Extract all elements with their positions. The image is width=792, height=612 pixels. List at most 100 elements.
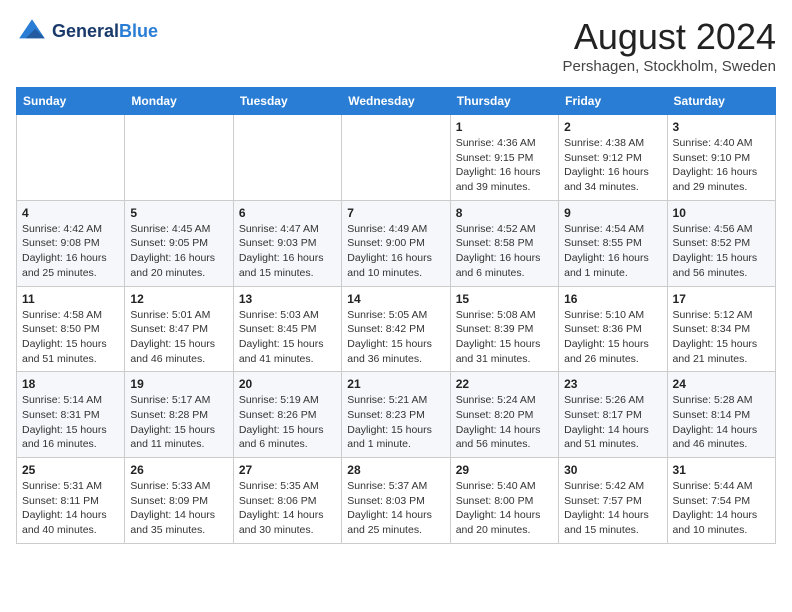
day-info: Sunrise: 5:24 AM Sunset: 8:20 PM Dayligh… <box>456 393 553 452</box>
weekday-header-cell: Friday <box>559 88 667 115</box>
calendar-week-row: 18Sunrise: 5:14 AM Sunset: 8:31 PM Dayli… <box>17 372 776 458</box>
calendar-day-cell: 3 Sunrise: 4:40 AM Sunset: 9:10 PM Daylig… <box>667 115 775 201</box>
day-info: Sunrise: 4:42 AM Sunset: 9:08 PM Dayligh… <box>22 222 119 281</box>
day-info: Sunrise: 5:28 AM Sunset: 8:14 PM Dayligh… <box>673 393 770 452</box>
day-number: 3 <box>673 120 770 134</box>
day-number: 19 <box>130 377 227 391</box>
calendar-day-cell: 30 Sunrise: 5:42 AM Sunset: 7:57 PM Dayli… <box>559 458 667 544</box>
calendar-day-cell: 13 Sunrise: 5:03 AM Sunset: 8:45 PM Dayli… <box>233 286 341 372</box>
page-header: GeneralBlue August 2024 Pershagen, Stock… <box>16 16 776 75</box>
logo-text: GeneralBlue <box>52 22 158 42</box>
day-info: Sunrise: 4:49 AM Sunset: 9:00 PM Dayligh… <box>347 222 444 281</box>
day-info: Sunrise: 5:21 AM Sunset: 8:23 PM Dayligh… <box>347 393 444 452</box>
calendar-day-cell: 26 Sunrise: 5:33 AM Sunset: 8:09 PM Dayli… <box>125 458 233 544</box>
day-number: 31 <box>673 463 770 477</box>
day-number: 12 <box>130 292 227 306</box>
day-info: Sunrise: 5:44 AM Sunset: 7:54 PM Dayligh… <box>673 479 770 538</box>
day-info: Sunrise: 5:42 AM Sunset: 7:57 PM Dayligh… <box>564 479 661 538</box>
day-number: 16 <box>564 292 661 306</box>
logo: GeneralBlue <box>16 16 158 48</box>
calendar-day-cell: 27 Sunrise: 5:35 AM Sunset: 8:06 PM Dayli… <box>233 458 341 544</box>
day-number: 4 <box>22 206 119 220</box>
day-info: Sunrise: 5:03 AM Sunset: 8:45 PM Dayligh… <box>239 308 336 367</box>
day-number: 23 <box>564 377 661 391</box>
calendar-day-cell <box>17 115 125 201</box>
day-info: Sunrise: 4:38 AM Sunset: 9:12 PM Dayligh… <box>564 136 661 195</box>
calendar-table: SundayMondayTuesdayWednesdayThursdayFrid… <box>16 87 776 544</box>
day-info: Sunrise: 5:01 AM Sunset: 8:47 PM Dayligh… <box>130 308 227 367</box>
day-info: Sunrise: 5:12 AM Sunset: 8:34 PM Dayligh… <box>673 308 770 367</box>
calendar-body: 1Sunrise: 4:36 AM Sunset: 9:15 PM Daylig… <box>17 115 776 544</box>
day-number: 2 <box>564 120 661 134</box>
day-number: 29 <box>456 463 553 477</box>
calendar-day-cell: 25 Sunrise: 5:31 AM Sunset: 8:11 PM Dayli… <box>17 458 125 544</box>
day-number: 20 <box>239 377 336 391</box>
calendar-day-cell: 7 Sunrise: 4:49 AM Sunset: 9:00 PM Daylig… <box>342 200 450 286</box>
day-number: 24 <box>673 377 770 391</box>
calendar-day-cell: 17Sunrise: 5:12 AM Sunset: 8:34 PM Dayli… <box>667 286 775 372</box>
weekday-header-cell: Wednesday <box>342 88 450 115</box>
day-number: 14 <box>347 292 444 306</box>
logo-icon <box>16 16 48 48</box>
day-info: Sunrise: 5:10 AM Sunset: 8:36 PM Dayligh… <box>564 308 661 367</box>
day-info: Sunrise: 4:58 AM Sunset: 8:50 PM Dayligh… <box>22 308 119 367</box>
day-number: 15 <box>456 292 553 306</box>
calendar-day-cell: 18Sunrise: 5:14 AM Sunset: 8:31 PM Dayli… <box>17 372 125 458</box>
calendar-day-cell: 2 Sunrise: 4:38 AM Sunset: 9:12 PM Daylig… <box>559 115 667 201</box>
weekday-header-row: SundayMondayTuesdayWednesdayThursdayFrid… <box>17 88 776 115</box>
day-number: 27 <box>239 463 336 477</box>
calendar-title: August 2024 <box>563 16 776 58</box>
day-info: Sunrise: 5:33 AM Sunset: 8:09 PM Dayligh… <box>130 479 227 538</box>
day-number: 7 <box>347 206 444 220</box>
calendar-day-cell: 5 Sunrise: 4:45 AM Sunset: 9:05 PM Daylig… <box>125 200 233 286</box>
calendar-day-cell: 29 Sunrise: 5:40 AM Sunset: 8:00 PM Dayli… <box>450 458 558 544</box>
day-info: Sunrise: 5:31 AM Sunset: 8:11 PM Dayligh… <box>22 479 119 538</box>
calendar-day-cell: 14Sunrise: 5:05 AM Sunset: 8:42 PM Dayli… <box>342 286 450 372</box>
day-info: Sunrise: 5:14 AM Sunset: 8:31 PM Dayligh… <box>22 393 119 452</box>
day-info: Sunrise: 4:45 AM Sunset: 9:05 PM Dayligh… <box>130 222 227 281</box>
day-number: 1 <box>456 120 553 134</box>
day-info: Sunrise: 5:17 AM Sunset: 8:28 PM Dayligh… <box>130 393 227 452</box>
day-number: 25 <box>22 463 119 477</box>
calendar-day-cell: 23Sunrise: 5:26 AM Sunset: 8:17 PM Dayli… <box>559 372 667 458</box>
calendar-day-cell: 6 Sunrise: 4:47 AM Sunset: 9:03 PM Daylig… <box>233 200 341 286</box>
day-info: Sunrise: 4:52 AM Sunset: 8:58 PM Dayligh… <box>456 222 553 281</box>
day-info: Sunrise: 5:08 AM Sunset: 8:39 PM Dayligh… <box>456 308 553 367</box>
day-info: Sunrise: 4:47 AM Sunset: 9:03 PM Dayligh… <box>239 222 336 281</box>
calendar-day-cell: 22Sunrise: 5:24 AM Sunset: 8:20 PM Dayli… <box>450 372 558 458</box>
day-number: 26 <box>130 463 227 477</box>
calendar-week-row: 11Sunrise: 4:58 AM Sunset: 8:50 PM Dayli… <box>17 286 776 372</box>
day-info: Sunrise: 4:40 AM Sunset: 9:10 PM Dayligh… <box>673 136 770 195</box>
weekday-header-cell: Thursday <box>450 88 558 115</box>
weekday-header-cell: Saturday <box>667 88 775 115</box>
calendar-day-cell: 28Sunrise: 5:37 AM Sunset: 8:03 PM Dayli… <box>342 458 450 544</box>
calendar-day-cell: 12 Sunrise: 5:01 AM Sunset: 8:47 PM Dayli… <box>125 286 233 372</box>
calendar-day-cell: 1Sunrise: 4:36 AM Sunset: 9:15 PM Daylig… <box>450 115 558 201</box>
calendar-day-cell: 20 Sunrise: 5:19 AM Sunset: 8:26 PM Dayli… <box>233 372 341 458</box>
day-info: Sunrise: 5:40 AM Sunset: 8:00 PM Dayligh… <box>456 479 553 538</box>
calendar-day-cell: 9Sunrise: 4:54 AM Sunset: 8:55 PM Daylig… <box>559 200 667 286</box>
calendar-day-cell <box>342 115 450 201</box>
day-info: Sunrise: 4:56 AM Sunset: 8:52 PM Dayligh… <box>673 222 770 281</box>
weekday-header-cell: Monday <box>125 88 233 115</box>
day-number: 9 <box>564 206 661 220</box>
calendar-week-row: 4 Sunrise: 4:42 AM Sunset: 9:08 PM Daylig… <box>17 200 776 286</box>
calendar-week-row: 25 Sunrise: 5:31 AM Sunset: 8:11 PM Dayli… <box>17 458 776 544</box>
day-number: 13 <box>239 292 336 306</box>
calendar-day-cell: 15 Sunrise: 5:08 AM Sunset: 8:39 PM Dayli… <box>450 286 558 372</box>
calendar-day-cell: 19 Sunrise: 5:17 AM Sunset: 8:28 PM Dayli… <box>125 372 233 458</box>
day-number: 6 <box>239 206 336 220</box>
calendar-day-cell: 31 Sunrise: 5:44 AM Sunset: 7:54 PM Dayli… <box>667 458 775 544</box>
weekday-header-cell: Tuesday <box>233 88 341 115</box>
calendar-day-cell: 16 Sunrise: 5:10 AM Sunset: 8:36 PM Dayli… <box>559 286 667 372</box>
weekday-header-cell: Sunday <box>17 88 125 115</box>
day-info: Sunrise: 5:19 AM Sunset: 8:26 PM Dayligh… <box>239 393 336 452</box>
day-info: Sunrise: 5:37 AM Sunset: 8:03 PM Dayligh… <box>347 479 444 538</box>
day-number: 5 <box>130 206 227 220</box>
calendar-day-cell <box>125 115 233 201</box>
day-number: 30 <box>564 463 661 477</box>
day-info: Sunrise: 5:35 AM Sunset: 8:06 PM Dayligh… <box>239 479 336 538</box>
calendar-day-cell: 24 Sunrise: 5:28 AM Sunset: 8:14 PM Dayli… <box>667 372 775 458</box>
calendar-week-row: 1Sunrise: 4:36 AM Sunset: 9:15 PM Daylig… <box>17 115 776 201</box>
calendar-subtitle: Pershagen, Stockholm, Sweden <box>563 58 776 75</box>
